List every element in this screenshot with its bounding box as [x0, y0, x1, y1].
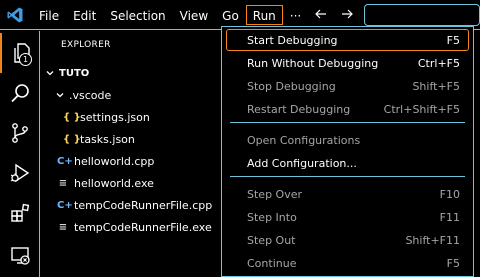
tree-file[interactable]: C+ tempCodeRunnerFile.cpp: [41, 194, 221, 216]
json-file-icon: { }: [63, 111, 81, 123]
menu-item-label: Continue: [247, 256, 297, 270]
menu-view[interactable]: View: [173, 5, 215, 25]
menu-item-restart-debugging[interactable]: Restart Debugging Ctrl+Shift+F5: [226, 98, 469, 120]
menu-item-shortcut: Shift+F5: [412, 79, 460, 93]
source-control-icon: [12, 123, 28, 143]
menu-item-shortcut: Ctrl+Shift+F5: [383, 102, 460, 116]
tree-item-label: settings.json: [80, 110, 150, 124]
menu-item-shortcut: F5: [446, 256, 460, 270]
cpp-file-icon: C+: [57, 199, 73, 211]
vscode-logo-icon: [7, 7, 23, 23]
menu-item-start-debugging[interactable]: Start Debugging F5: [226, 29, 469, 51]
menu-item-label: Step Over: [247, 187, 302, 201]
run-debug-icon: [10, 163, 30, 183]
activity-remote-explorer[interactable]: [0, 235, 40, 275]
tree-file[interactable]: { } tasks.json: [41, 128, 221, 150]
tree-item-label: .vscode: [69, 88, 112, 102]
cpp-file-icon: C+: [57, 155, 73, 167]
menu-edit[interactable]: Edit: [66, 5, 103, 25]
menu-go[interactable]: Go: [215, 5, 246, 25]
activity-source-control[interactable]: [0, 113, 40, 153]
menu-separator: [230, 176, 465, 177]
menu-item-step-into[interactable]: Step Into F11: [226, 206, 469, 228]
activity-explorer[interactable]: 1: [0, 33, 40, 73]
explorer-title: EXPLORER: [61, 40, 111, 50]
menu-item-label: Open Configurations: [247, 133, 361, 147]
tree-item-label: tasks.json: [80, 132, 135, 146]
explorer-badge: 1: [19, 53, 32, 66]
exe-file-icon: ≡: [58, 177, 68, 189]
search-icon: [11, 84, 29, 103]
menu-item-label: Run Without Debugging: [247, 56, 379, 70]
menu-item-shortcut: F5: [446, 33, 460, 47]
menu-item-label: Add Configuration...: [247, 156, 357, 170]
menu-item-label: Stop Debugging: [247, 79, 336, 93]
chevron-down-icon: [56, 93, 64, 98]
menu-item-shortcut: Shift+F11: [405, 233, 460, 247]
menu-item-label: Step Into: [247, 210, 297, 224]
remote-explorer-icon: [11, 247, 30, 265]
menu-item-open-configurations[interactable]: Open Configurations: [226, 129, 469, 151]
menu-item-run-without-debugging[interactable]: Run Without Debugging Ctrl+F5: [226, 52, 469, 74]
menu-selection[interactable]: Selection: [103, 5, 172, 25]
activity-extensions[interactable]: [0, 193, 40, 233]
menu-item-shortcut: F10: [439, 187, 460, 201]
menu-item-label: Start Debugging: [247, 33, 338, 47]
menu-item-label: Step Out: [247, 233, 296, 247]
tree-folder[interactable]: .vscode: [41, 84, 221, 106]
menu-more[interactable]: ···: [283, 5, 308, 25]
run-menu-dropdown: Start Debugging F5 Run Without Debugging Ct…: [221, 26, 474, 277]
json-file-icon: { }: [63, 133, 81, 145]
activity-bar: 1: [0, 31, 40, 277]
arrow-left-icon[interactable]: [314, 7, 328, 21]
chevron-down-icon: [46, 71, 54, 76]
menu-item-add-configuration[interactable]: Add Configuration...: [226, 152, 469, 174]
tree-file[interactable]: C+ helloworld.cpp: [41, 150, 221, 172]
menu-item-step-over[interactable]: Step Over F10: [226, 183, 469, 205]
menu-item-continue[interactable]: Continue F5: [226, 252, 469, 274]
menu-item-label: Restart Debugging: [247, 102, 351, 116]
tree-file[interactable]: ≡ helloworld.exe: [41, 172, 221, 194]
menu-run[interactable]: Run: [245, 5, 283, 25]
menu-bar: File Edit Selection View Go Run ···: [32, 5, 308, 25]
tree-item-label: tempCodeRunnerFile.exe: [74, 220, 212, 234]
tree-item-label: helloworld.cpp: [74, 154, 155, 168]
arrow-right-icon[interactable]: [340, 7, 354, 21]
tree-item-label: tempCodeRunnerFile.cpp: [74, 198, 213, 212]
menu-item-stop-debugging[interactable]: Stop Debugging Shift+F5: [226, 75, 469, 97]
explorer-panel: EXPLORER TUTO .vscode{ } settings.json{ } t…: [41, 31, 221, 277]
menu-item-step-out[interactable]: Step Out Shift+F11: [226, 229, 469, 251]
exe-file-icon: ≡: [58, 221, 68, 233]
tree-item-label: TUTO: [59, 67, 90, 79]
tree-item-label: helloworld.exe: [74, 176, 154, 190]
menu-item-shortcut: Ctrl+F5: [417, 56, 460, 70]
tree-folder[interactable]: TUTO: [41, 62, 221, 84]
tree-file[interactable]: { } settings.json: [41, 106, 221, 128]
command-center-search[interactable]: [364, 4, 480, 26]
tree-file[interactable]: ≡ tempCodeRunnerFile.exe: [41, 216, 221, 238]
menu-separator: [230, 122, 465, 123]
menu-item-shortcut: F11: [439, 210, 460, 224]
menu-file[interactable]: File: [32, 5, 66, 25]
activity-search[interactable]: [0, 73, 40, 113]
activity-run-debug[interactable]: [0, 153, 40, 193]
navigation-arrows: [314, 7, 354, 21]
extensions-icon: [11, 203, 30, 222]
